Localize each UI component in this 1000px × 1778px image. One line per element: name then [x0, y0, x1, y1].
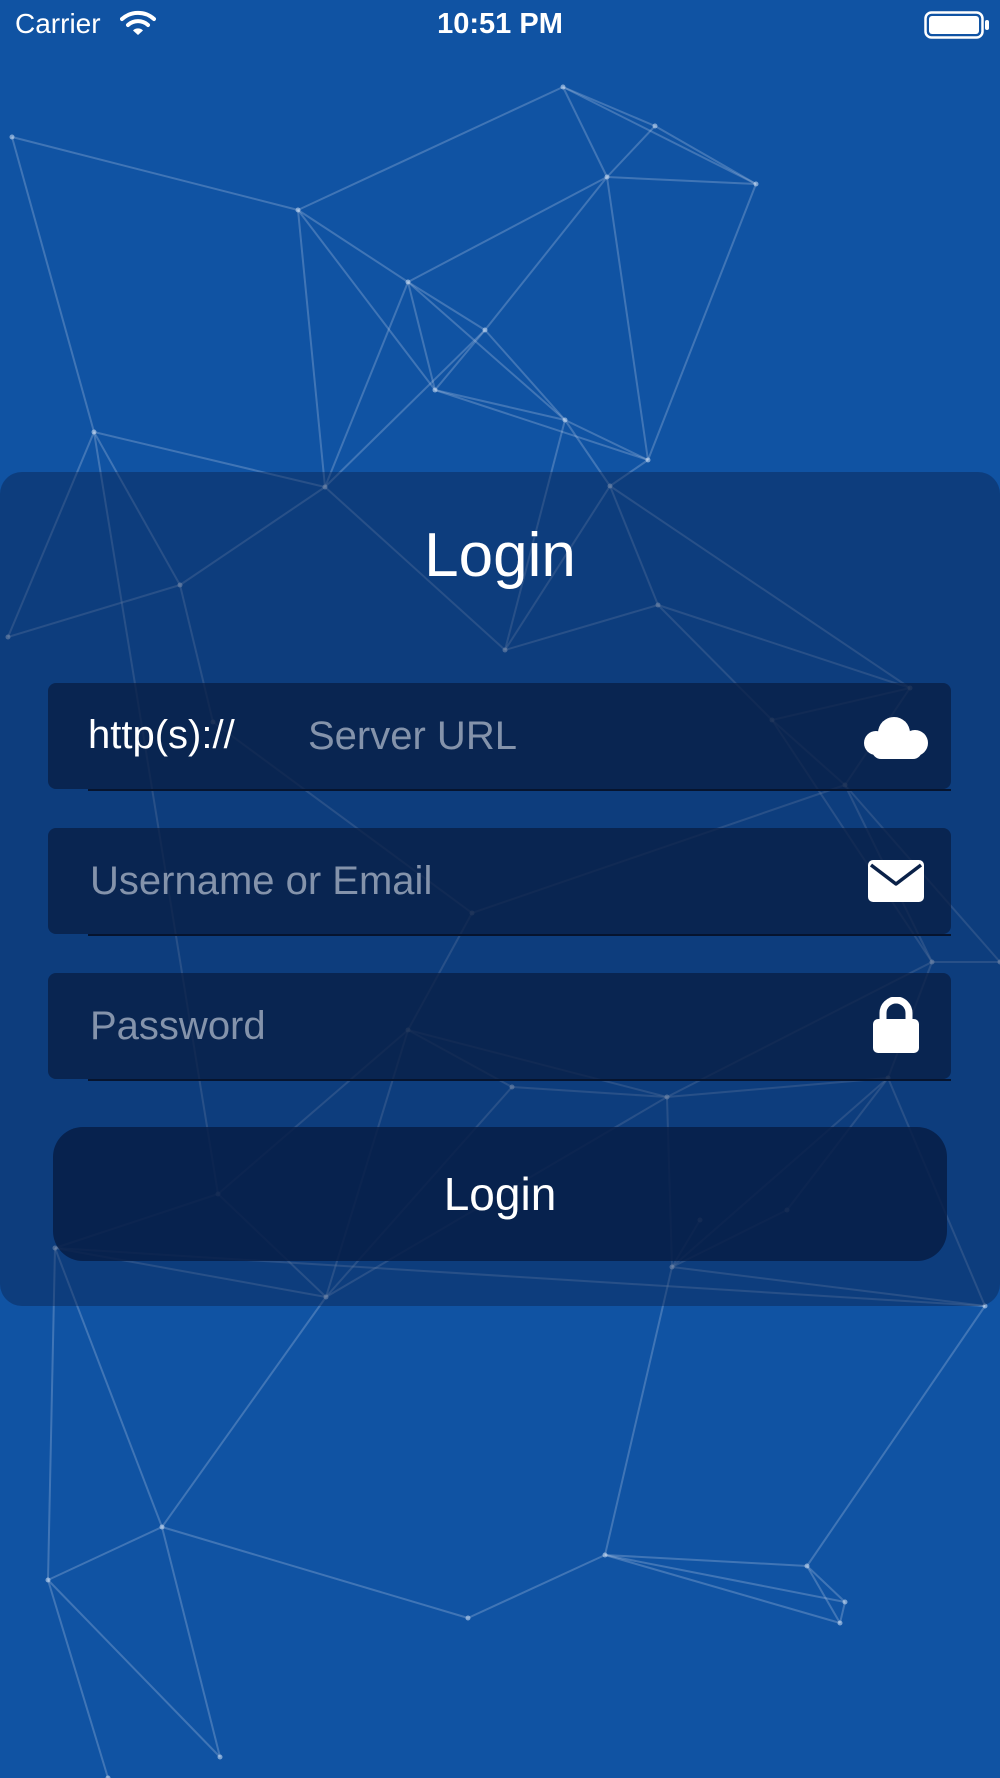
mesh-line — [654, 125, 757, 185]
mesh-line — [47, 1526, 163, 1581]
mesh-node — [837, 1620, 843, 1626]
mesh-line — [324, 329, 486, 488]
mesh-line — [839, 1601, 846, 1624]
mesh-node — [602, 1552, 608, 1558]
username-input[interactable] — [88, 850, 872, 912]
mesh-line — [434, 389, 566, 421]
mesh-node — [465, 1615, 471, 1621]
mesh-line — [161, 1296, 327, 1528]
mesh-node — [405, 279, 411, 285]
mesh-line — [434, 329, 486, 391]
mesh-node — [9, 134, 15, 140]
envelope-icon — [868, 860, 924, 902]
login-button[interactable]: Login — [53, 1127, 947, 1261]
mesh-line — [297, 209, 436, 391]
server-url-input[interactable] — [306, 705, 890, 767]
cloud-icon — [864, 717, 928, 759]
password-underline — [88, 1079, 951, 1081]
server-url-underline — [88, 789, 951, 791]
mesh-line — [604, 1266, 673, 1556]
mesh-line — [606, 125, 656, 178]
mesh-line — [467, 1554, 606, 1619]
mesh-node — [432, 387, 438, 393]
mesh-line — [297, 209, 409, 283]
password-field[interactable] — [48, 973, 951, 1081]
mesh-line — [297, 209, 326, 488]
mesh-node — [804, 1563, 810, 1569]
username-underline — [88, 934, 951, 936]
mesh-line — [562, 86, 757, 185]
mesh-line — [484, 329, 566, 421]
mesh-line — [11, 136, 299, 211]
server-url-prefix: http(s):// — [88, 713, 235, 757]
mesh-line — [161, 1526, 221, 1758]
mesh-line — [606, 176, 757, 185]
mesh-node — [217, 1754, 223, 1760]
server-url-field[interactable]: http(s):// — [48, 683, 951, 791]
login-title: Login — [424, 521, 576, 590]
mesh-line — [407, 176, 608, 283]
mesh-node — [91, 429, 97, 435]
mesh-node — [295, 207, 301, 213]
mesh-node — [652, 123, 658, 129]
mesh-line — [161, 1526, 469, 1619]
mesh-node — [560, 84, 566, 90]
mesh-line — [11, 136, 95, 433]
mesh-line — [407, 281, 486, 331]
mesh-line — [324, 281, 409, 488]
mesh-node — [645, 457, 651, 463]
mesh-node — [45, 1577, 51, 1583]
mesh-line — [606, 176, 649, 461]
mesh-line — [647, 183, 757, 461]
battery-full-icon — [924, 11, 989, 39]
lock-icon — [873, 997, 919, 1053]
mesh-node — [753, 181, 759, 187]
status-bar: Carrier 10:51 PM — [0, 0, 1000, 50]
mesh-line — [562, 86, 608, 178]
username-field[interactable] — [48, 828, 951, 936]
status-time: 10:51 PM — [437, 8, 563, 40]
mesh-node — [159, 1524, 165, 1530]
mesh-line — [484, 176, 608, 331]
mesh-node — [562, 417, 568, 423]
mesh-node — [482, 327, 488, 333]
password-input[interactable] — [88, 995, 872, 1057]
mesh-node — [842, 1599, 848, 1605]
mesh-line — [806, 1305, 986, 1567]
mesh-line — [297, 86, 564, 211]
mesh-line — [407, 281, 566, 421]
mesh-node — [604, 174, 610, 180]
